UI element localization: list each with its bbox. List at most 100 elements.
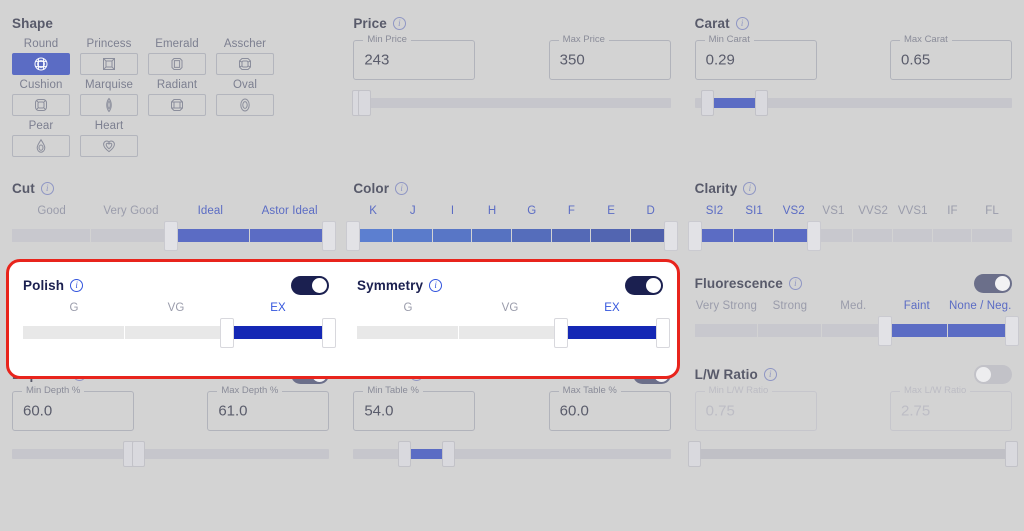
slider-handle-min[interactable] xyxy=(700,90,714,116)
slider-segment-0[interactable] xyxy=(12,229,92,242)
depth-range-slider[interactable] xyxy=(12,439,330,469)
price-range-slider[interactable] xyxy=(351,88,671,118)
slider-segment-0[interactable] xyxy=(694,324,759,337)
slider-handle-max[interactable] xyxy=(442,441,456,467)
max-price-field[interactable]: Max Price 350 xyxy=(548,34,671,80)
slider-segment-1[interactable] xyxy=(392,229,433,242)
slider-segment-1[interactable] xyxy=(91,229,171,242)
slider-segment-4[interactable] xyxy=(948,324,1012,337)
shape-button-emerald[interactable] xyxy=(148,53,206,75)
color-label-2: I xyxy=(450,205,455,217)
slider-segment-5[interactable] xyxy=(892,229,933,242)
color-handle-max[interactable] xyxy=(663,221,678,251)
info-icon[interactable]: i xyxy=(70,278,84,292)
shape-button-round[interactable] xyxy=(12,53,70,75)
fluorescence-handle-max[interactable] xyxy=(1004,316,1019,346)
slider-segments xyxy=(353,229,671,242)
info-icon[interactable]: i xyxy=(735,16,749,30)
slider-segment-6[interactable] xyxy=(591,229,631,242)
slider-handle-min[interactable] xyxy=(688,441,702,467)
slider-handle-max[interactable] xyxy=(754,90,768,116)
shape-cell-marquise: Marquise xyxy=(80,79,138,116)
info-icon[interactable]: i xyxy=(743,181,757,195)
shape-button-radiant[interactable] xyxy=(148,94,206,116)
shape-option-label: Radiant xyxy=(156,79,198,91)
cut-handle-min[interactable] xyxy=(163,221,178,251)
slider-segment-2[interactable] xyxy=(432,229,473,242)
slider-segment-2[interactable] xyxy=(170,229,250,242)
max-table-field[interactable]: Max Table % 60.0 xyxy=(548,385,671,431)
slider-segment-2[interactable] xyxy=(561,326,663,339)
info-icon[interactable]: i xyxy=(392,16,406,30)
min-table-field[interactable]: Min Table % 54.0 xyxy=(353,385,476,431)
slider-segments xyxy=(694,324,1012,337)
fluorescence-handle-min[interactable] xyxy=(878,316,893,346)
clarity-handle-min[interactable] xyxy=(687,221,702,251)
table-range-slider[interactable] xyxy=(353,439,671,469)
slider-segment-3[interactable] xyxy=(472,229,512,242)
slider-segment-0[interactable] xyxy=(357,326,459,339)
shape-button-cushion[interactable] xyxy=(12,94,70,116)
slider-segment-7[interactable] xyxy=(972,229,1012,242)
max-carat-field[interactable]: Max Carat 0.65 xyxy=(889,34,1012,80)
min-depth-field[interactable]: Min Depth % 60.0 xyxy=(12,385,134,431)
cut-range-slider[interactable] xyxy=(12,220,337,251)
slider-handle-min[interactable] xyxy=(397,441,411,467)
min-carat-field[interactable]: Min Carat 0.29 xyxy=(694,34,817,80)
slider-handle-max[interactable] xyxy=(1005,441,1019,467)
filter-row-1: Shape Round Princess Emerald Asscher Cushion… xyxy=(0,0,1024,161)
slider-segment-1[interactable] xyxy=(459,326,561,339)
slider-segment-4[interactable] xyxy=(853,229,893,242)
slider-track xyxy=(694,449,1012,459)
slider-segment-1[interactable] xyxy=(125,326,227,339)
slider-segment-3[interactable] xyxy=(249,229,330,242)
slider-segment-1[interactable] xyxy=(734,229,774,242)
slider-segment-5[interactable] xyxy=(551,229,592,242)
shape-button-pear[interactable] xyxy=(12,135,70,157)
color-handle-min[interactable] xyxy=(346,221,361,251)
fluorescence-toggle[interactable] xyxy=(973,273,1012,293)
table-inputs: Min Table % 54.0 Max Table % 60.0 xyxy=(353,385,671,431)
max-depth-field[interactable]: Max Depth % 61.0 xyxy=(207,385,330,431)
shape-button-heart[interactable] xyxy=(80,135,138,157)
polish-label-2: EX xyxy=(270,302,286,314)
slider-segment-3[interactable] xyxy=(885,324,949,337)
info-icon[interactable]: i xyxy=(395,181,409,195)
shape-button-oval[interactable] xyxy=(216,94,274,116)
fluorescence-label-2: Med. xyxy=(840,300,867,312)
polish-toggle[interactable] xyxy=(291,275,329,295)
lw-ratio-toggle[interactable] xyxy=(973,364,1012,384)
slider-segment-0[interactable] xyxy=(23,326,125,339)
carat-range-slider[interactable] xyxy=(694,88,1012,118)
max-table-label: Max Table % xyxy=(558,385,621,396)
polish-range-slider[interactable] xyxy=(23,317,336,348)
info-icon[interactable]: i xyxy=(40,181,54,195)
cut-handle-max[interactable] xyxy=(322,221,337,251)
slider-segment-4[interactable] xyxy=(511,229,552,242)
slider-handle-max[interactable] xyxy=(357,90,371,116)
shape-button-princess[interactable] xyxy=(80,53,138,75)
symmetry-toggle[interactable] xyxy=(625,275,663,295)
color-range-slider[interactable] xyxy=(346,220,678,251)
polish-handle-min[interactable] xyxy=(219,318,234,348)
slider-handle-max[interactable] xyxy=(132,441,146,467)
min-price-field[interactable]: Min Price 243 xyxy=(353,34,476,80)
polish-handle-max[interactable] xyxy=(322,318,336,348)
fluorescence-range-slider[interactable] xyxy=(694,315,1019,346)
shape-button-asscher[interactable] xyxy=(216,53,274,75)
info-icon[interactable]: i xyxy=(763,367,777,381)
symmetry-handle-min[interactable] xyxy=(553,318,568,348)
slider-segment-2[interactable] xyxy=(227,326,329,339)
clarity-header: Clarity i xyxy=(695,177,1012,199)
clarity-range-slider[interactable] xyxy=(687,220,1012,251)
slider-segment-1[interactable] xyxy=(758,324,822,337)
slider-segment-6[interactable] xyxy=(932,229,973,242)
shape-option-label: Pear xyxy=(28,120,54,132)
clarity-handle-max[interactable] xyxy=(806,221,821,251)
info-icon[interactable]: i xyxy=(429,278,443,292)
info-icon[interactable]: i xyxy=(788,276,802,290)
symmetry-handle-max[interactable] xyxy=(656,318,670,348)
shape-button-marquise[interactable] xyxy=(80,94,138,116)
slider-segment-2[interactable] xyxy=(821,324,886,337)
symmetry-range-slider[interactable] xyxy=(357,317,670,348)
